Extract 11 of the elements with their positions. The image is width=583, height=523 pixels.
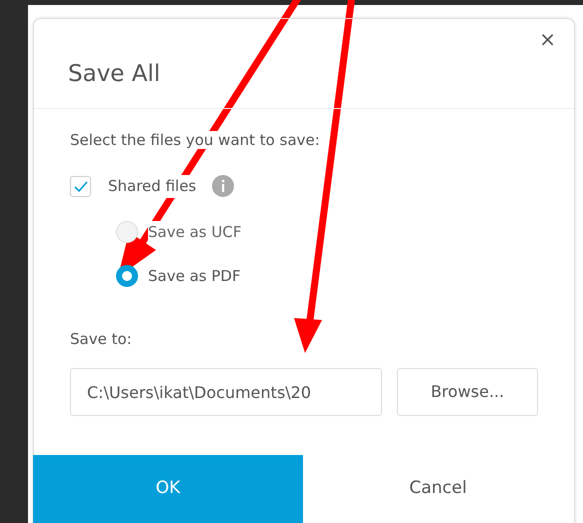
browse-button[interactable]: Browse... <box>396 368 538 416</box>
field-label: Save to: <box>70 328 133 350</box>
checkbox[interactable] <box>70 176 91 197</box>
checkmark-icon <box>74 180 88 192</box>
path-field[interactable]: C:\Users\ikat\Documents\20 <box>70 368 382 416</box>
info-icon[interactable] <box>212 175 234 198</box>
close-button[interactable]: × <box>535 27 560 51</box>
radio-button[interactable] <box>116 265 138 288</box>
dialog-title: Save All <box>68 60 162 89</box>
checkbox-label[interactable]: Shared files <box>108 175 196 198</box>
prompt-text: Select the files you want to save: <box>70 130 320 148</box>
